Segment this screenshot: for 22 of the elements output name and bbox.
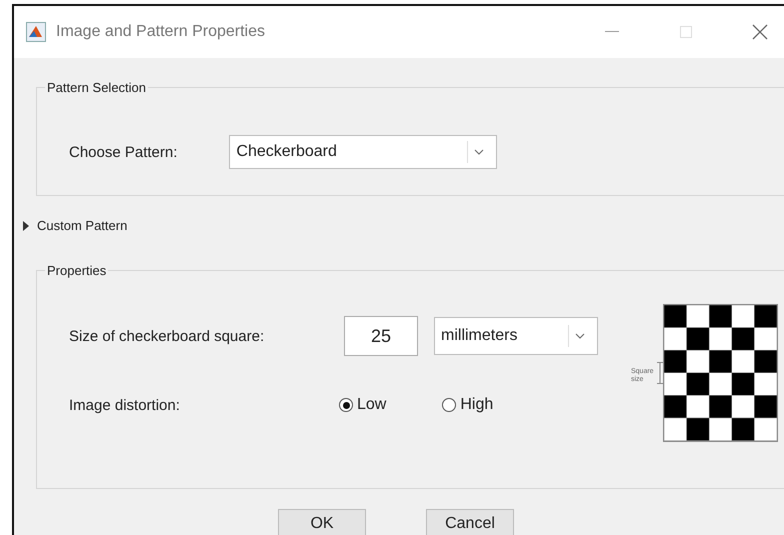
disclosure-triangle-icon	[22, 220, 29, 230]
field-label: Choose Pattern:	[69, 144, 178, 160]
unit-dropdown[interactable]: millimeters	[434, 317, 598, 355]
group-title: Properties	[46, 263, 108, 278]
dimension-bracket-icon	[657, 362, 663, 384]
expander-toggle[interactable]: Custom Pattern	[22, 218, 128, 233]
caret-icon	[575, 333, 585, 339]
pattern-dropdown[interactable]: Checkerboard	[229, 135, 498, 169]
window-title: Image and Pattern Properties	[56, 23, 266, 41]
caret-icon	[474, 149, 484, 155]
close-icon	[752, 24, 768, 40]
radio-button[interactable]: Low	[339, 396, 386, 414]
size-input[interactable]: 25	[344, 316, 418, 356]
field-label: Image distortion:	[69, 396, 181, 414]
app-logo-icon	[26, 22, 46, 42]
maximize-icon	[680, 26, 692, 38]
radio-button[interactable]: High	[442, 396, 494, 414]
dialog-button[interactable]: OK	[278, 509, 366, 535]
minimize-icon	[605, 31, 619, 33]
field-label: Size of checkerboard square:	[69, 328, 266, 344]
dialog-button[interactable]: Cancel	[426, 509, 514, 535]
group-title: Pattern Selection	[46, 80, 148, 95]
